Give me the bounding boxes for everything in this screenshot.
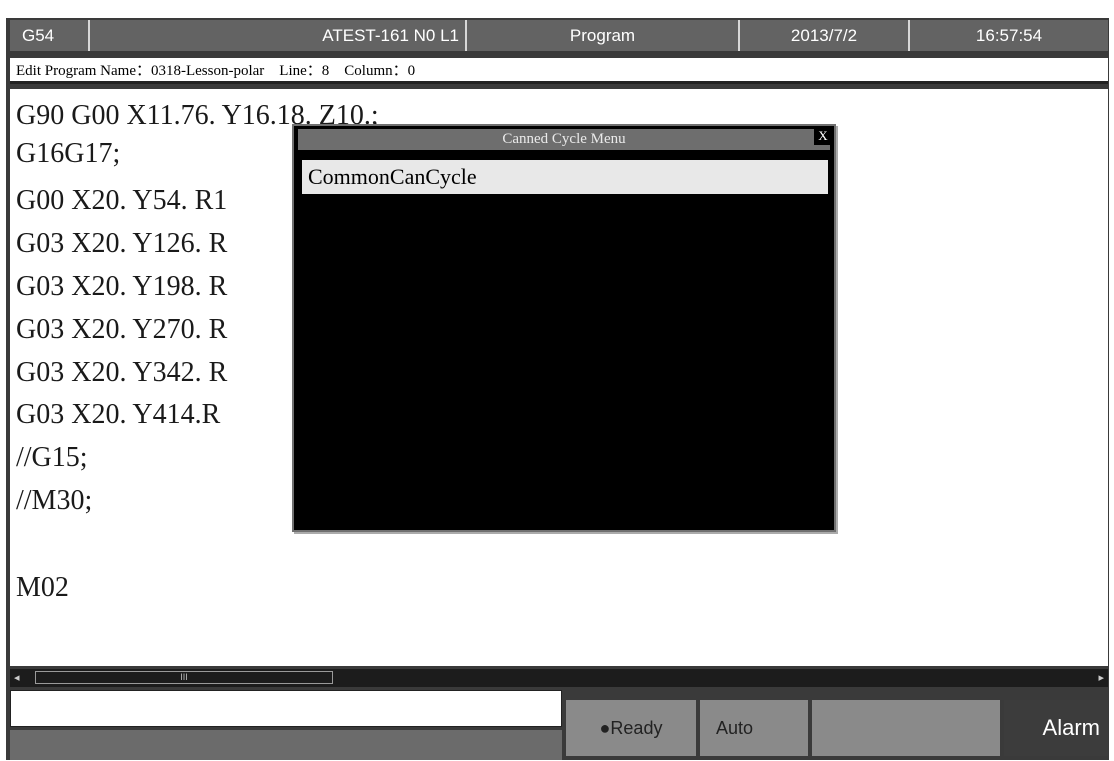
mode-indicator: Program — [467, 20, 740, 51]
auto-status: Auto — [700, 700, 808, 756]
code-line[interactable]: M02 — [16, 571, 69, 605]
status-blank — [812, 700, 1000, 756]
horizontal-scrollbar[interactable]: ◂ III ▸ — [10, 669, 1108, 687]
column-value: 0 — [407, 63, 416, 79]
scroll-thumb[interactable]: III — [35, 671, 333, 684]
scroll-right-icon[interactable]: ▸ — [1098, 671, 1104, 684]
column-label: Column： — [344, 63, 408, 79]
menu-item-common-can-cycle[interactable]: CommonCanCycle — [302, 160, 828, 194]
code-line[interactable]: G00 X20. Y54. R1 — [16, 184, 227, 218]
bottom-grey-panel — [10, 730, 562, 760]
code-line[interactable]: G03 X20. Y198. R — [16, 270, 227, 304]
code-line[interactable]: //G15; — [16, 441, 88, 475]
close-button[interactable]: X — [814, 127, 832, 145]
code-line[interactable]: //M30; — [16, 484, 92, 518]
command-input[interactable] — [10, 690, 562, 727]
code-line[interactable]: G03 X20. Y414.R — [16, 398, 220, 432]
coordinate-system: G54 — [10, 20, 90, 51]
code-line[interactable]: G16G17; — [16, 137, 120, 171]
program-name: 0318-Lesson-polar — [150, 63, 265, 79]
dialog-title: Canned Cycle Menu — [298, 129, 830, 150]
code-line[interactable]: G03 X20. Y342. R — [16, 356, 227, 390]
alarm-status[interactable]: Alarm — [1004, 700, 1108, 756]
ready-status: ●Ready — [566, 700, 696, 756]
line-label: Line： — [279, 63, 322, 79]
scroll-left-icon[interactable]: ◂ — [14, 671, 20, 684]
bottom-status-area: ●Ready Auto Alarm — [10, 690, 1108, 760]
program-id: ATEST-161 N0 L1 — [90, 20, 467, 51]
program-name-label: Edit Program Name： — [16, 63, 151, 79]
code-line[interactable]: G03 X20. Y270. R — [16, 313, 227, 347]
canned-cycle-dialog: Canned Cycle Menu X CommonCanCycle — [292, 124, 836, 532]
program-info-line: Edit Program Name：0318-Lesson-polar Line… — [10, 58, 1108, 84]
status-bar: G54 ATEST-161 N0 L1 Program 2013/7/2 16:… — [10, 20, 1108, 51]
time-display: 16:57:54 — [975, 26, 1043, 45]
code-line[interactable]: G03 X20. Y126. R — [16, 227, 227, 261]
date-display: 2013/7/2 — [740, 20, 910, 51]
